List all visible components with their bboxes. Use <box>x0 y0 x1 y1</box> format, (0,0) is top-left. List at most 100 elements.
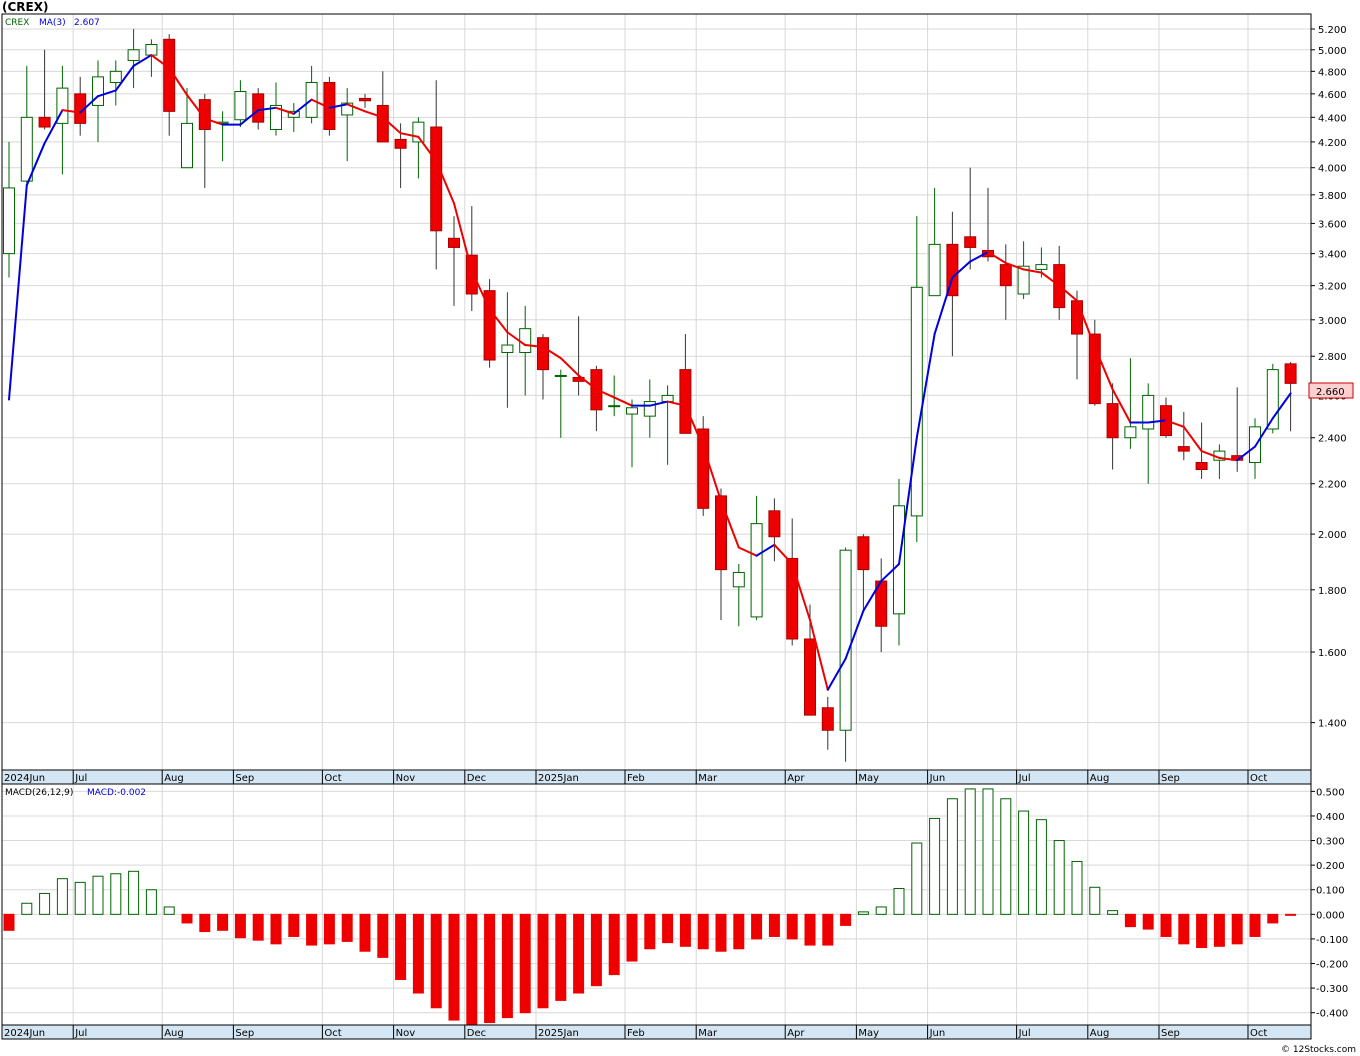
macd-tick-label: -0.400 <box>1316 1009 1348 1020</box>
macd-bar <box>412 913 424 994</box>
date-tick-label: Mar <box>698 773 718 784</box>
date-tick-label: 2025Jan <box>538 1028 579 1039</box>
macd-bar <box>74 881 86 915</box>
price-tick-label: 5.000 <box>1318 46 1347 57</box>
candle-body <box>608 405 621 408</box>
macd-bar <box>893 888 905 915</box>
macd-bar <box>946 798 958 915</box>
candle-body <box>1035 264 1048 270</box>
price-tick-label: 1.400 <box>1318 719 1347 730</box>
macd-bar <box>181 913 193 924</box>
candle-body <box>804 638 816 716</box>
candle-body <box>626 407 638 415</box>
symbol-title: (CREX) <box>2 0 48 14</box>
macd-bar <box>234 913 246 939</box>
macd-bar <box>929 817 941 915</box>
macd-bar <box>1267 913 1279 924</box>
candle-body <box>537 337 549 371</box>
macd-bar <box>484 913 496 1024</box>
candle-body <box>821 707 834 731</box>
macd-bar <box>840 913 852 926</box>
macd-bar <box>1142 913 1154 930</box>
watermark: © 12Stocks.com <box>1281 1045 1356 1055</box>
macd-bar <box>501 913 513 1019</box>
macd-bar <box>110 873 122 915</box>
macd-bar <box>644 913 656 950</box>
macd-bar <box>217 913 229 931</box>
price-tick-label: 5.200 <box>1318 25 1347 36</box>
candle-body <box>412 121 425 143</box>
macd-bar <box>306 913 318 946</box>
background <box>0 0 1360 1056</box>
date-tick-label: Aug <box>164 773 184 784</box>
legend-ma: MA(3) <box>39 18 66 28</box>
macd-bar <box>1000 798 1012 915</box>
price-tick-label: 3.200 <box>1318 282 1347 293</box>
candle-body <box>1124 426 1137 439</box>
macd-bar <box>662 913 674 944</box>
date-tick-label: 2024Jun <box>4 773 45 784</box>
macd-bar <box>1089 886 1101 915</box>
chart-canvas: 1.4001.6001.8002.0002.2002.4002.6002.800… <box>0 0 1360 1056</box>
price-tick-label: 4.600 <box>1318 90 1347 101</box>
macd-bar <box>1053 840 1065 915</box>
date-tick-label: Aug <box>164 1028 184 1039</box>
macd-bar <box>555 913 567 1001</box>
price-tick-label: 2.400 <box>1318 434 1347 445</box>
macd-bar <box>982 788 994 915</box>
candle-body <box>910 286 923 517</box>
macd-bar <box>875 906 887 915</box>
macd-bar <box>697 913 709 950</box>
macd-bar <box>1213 913 1225 947</box>
price-tick-label: 4.200 <box>1318 138 1347 149</box>
macd-tick-label: -0.200 <box>1316 960 1348 971</box>
macd-bar <box>448 913 460 1021</box>
date-tick-label: Sep <box>1161 1028 1180 1039</box>
candle-body <box>234 91 247 121</box>
macd-tick-label: 0.200 <box>1316 861 1345 872</box>
date-tick-label: Jul <box>74 773 87 784</box>
candle-body <box>857 536 870 571</box>
candle-body <box>181 122 193 169</box>
date-tick-label: Jun <box>929 1028 946 1039</box>
date-tick-label: Jun <box>929 773 946 784</box>
date-tick-label: Aug <box>1090 1028 1110 1039</box>
macd-bar <box>163 906 175 915</box>
candle-body <box>20 116 33 182</box>
last-price-tag-text: 2.660 <box>1316 387 1345 398</box>
candle-body <box>999 264 1012 287</box>
macd-bar <box>128 870 140 915</box>
date-tick-label: Feb <box>627 1028 645 1039</box>
price-tick-label: 3.400 <box>1318 250 1347 261</box>
date-tick-label: Aug <box>1090 773 1110 784</box>
macd-tick-label: 0.300 <box>1316 837 1345 848</box>
macd-bar <box>857 911 869 915</box>
date-tick-label: Apr <box>787 773 805 784</box>
date-tick-label: Sep <box>235 1028 254 1039</box>
macd-value-label: MACD:-0.002 <box>87 788 146 798</box>
candle-body <box>768 510 781 538</box>
macd-bar <box>537 913 549 1009</box>
macd-bar <box>1249 913 1261 937</box>
macd-bar <box>822 913 834 946</box>
macd-bar <box>1196 913 1208 949</box>
date-tick-label: Jul <box>74 1028 87 1039</box>
candle-body <box>715 495 727 571</box>
macd-bar <box>1035 819 1047 915</box>
macd-tick-label: 0.100 <box>1316 886 1345 897</box>
candle-body <box>643 401 656 417</box>
macd-tick-label: -0.100 <box>1316 935 1348 946</box>
candle-body <box>679 369 692 434</box>
macd-tick-label: 0.500 <box>1316 787 1345 798</box>
candle-body <box>394 138 407 149</box>
legend-ma-value: 2.607 <box>74 18 100 28</box>
macd-tick-label: 0.400 <box>1316 812 1345 823</box>
date-axis-band <box>1 1024 1312 1040</box>
candle-body <box>38 116 51 128</box>
macd-bar <box>92 875 104 915</box>
date-tick-label: Feb <box>627 773 645 784</box>
candle-body <box>376 104 389 143</box>
macd-bar <box>199 913 211 933</box>
candle-body <box>554 374 567 377</box>
macd-bar <box>1018 810 1030 915</box>
